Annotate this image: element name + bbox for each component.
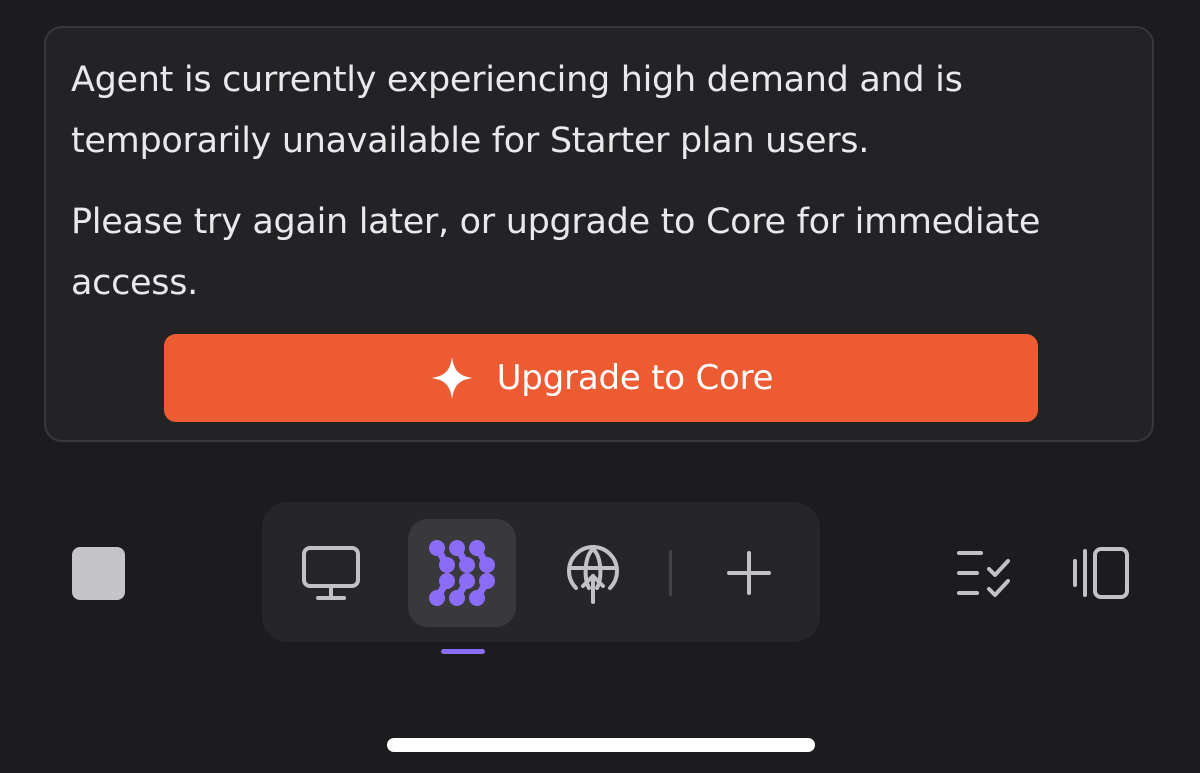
mode-switcher (262, 502, 820, 642)
notice-upgrade-hint: Please try again later, or upgrade to Co… (71, 202, 1041, 303)
checklist-icon (957, 551, 1010, 597)
sparkle-icon (430, 357, 473, 399)
notice-card: Agent is currently experiencing high dem… (44, 26, 1154, 442)
monitor-icon (302, 546, 360, 600)
notice-message: Agent is currently experiencing high dem… (71, 60, 963, 161)
task-list-button[interactable] (948, 540, 1018, 606)
add-button[interactable] (695, 519, 803, 627)
stop-button[interactable] (72, 547, 125, 600)
active-mode-indicator (441, 649, 485, 654)
home-indicator (387, 738, 815, 752)
mode-divider (669, 550, 672, 596)
upgrade-to-core-button[interactable]: Upgrade to Core (164, 334, 1038, 422)
agent-mode-button[interactable] (408, 519, 516, 627)
side-panel-button[interactable] (1066, 540, 1136, 606)
plus-icon (727, 551, 771, 595)
desktop-mode-button[interactable] (277, 519, 385, 627)
web-mode-button[interactable] (539, 519, 647, 627)
globe-upload-icon (567, 545, 619, 604)
side-panel-icon (1073, 547, 1129, 599)
agent-dots-icon (429, 540, 495, 606)
upgrade-button-label: Upgrade to Core (496, 358, 774, 398)
